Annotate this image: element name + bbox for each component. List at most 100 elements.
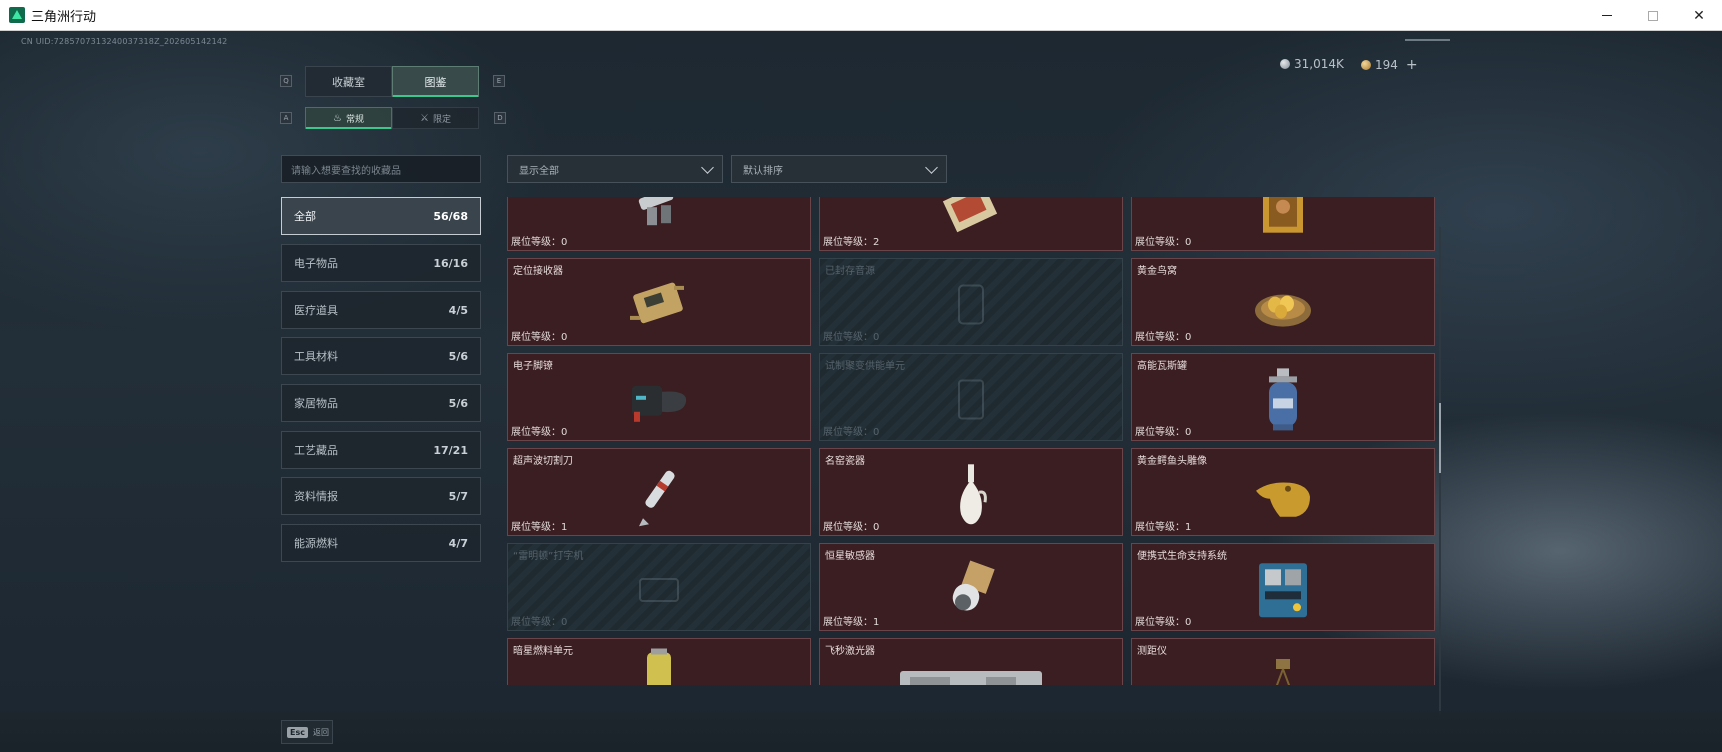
item-card[interactable]: 展位等级：2	[819, 197, 1123, 251]
chevron-down-icon	[925, 161, 938, 174]
item-level: 展位等级：0	[823, 427, 880, 438]
top-divider	[1405, 39, 1450, 41]
flame-icon: ♨	[333, 112, 342, 124]
item-card[interactable]: 黄金鳄鱼头雕像 展位等级：1	[1131, 448, 1435, 536]
category-count: 5/6	[448, 349, 468, 363]
item-grid: 展位等级：0 展位等级：2 展位等级：0 定位接收器 展位等级：0 已封存音源 …	[507, 197, 1436, 685]
item-name: “雷明顿”打字机	[513, 551, 584, 562]
item-card[interactable]: 暗星燃料单元	[507, 638, 811, 685]
item-name: 恒星敏感器	[825, 551, 875, 562]
back-button[interactable]: Esc 返回	[281, 720, 333, 744]
item-level: 展位等级：0	[823, 332, 880, 343]
subtab-regular[interactable]: ♨ 常规	[305, 107, 392, 129]
item-card[interactable]: 展位等级：0	[507, 197, 811, 251]
filter-show-dropdown[interactable]: 显示全部	[507, 155, 723, 183]
close-button[interactable]: ✕	[1676, 0, 1722, 31]
sort-dropdown[interactable]: 默认排序	[731, 155, 947, 183]
fuel-cell-icon	[647, 648, 671, 685]
gold-frame-icon	[1263, 197, 1303, 233]
item-card[interactable]: 超声波切割刀 展位等级：1	[507, 448, 811, 536]
category-all[interactable]: 全部 56/68	[281, 197, 481, 235]
category-label: 工具材料	[294, 350, 338, 363]
item-card-locked[interactable]: “雷明顿”打字机 展位等级：0	[507, 543, 811, 631]
item-card[interactable]: 电子脚镣 展位等级：0	[507, 353, 811, 441]
subtab-regular-label: 常规	[345, 114, 364, 125]
gold-currency: 194 +	[1361, 57, 1418, 73]
item-name: 超声波切割刀	[513, 456, 573, 467]
item-name: 黄金鳄鱼头雕像	[1137, 456, 1207, 467]
add-currency-button[interactable]: +	[1406, 57, 1418, 73]
search-input[interactable]: 请输入想要查找的收藏品	[281, 155, 481, 183]
item-card[interactable]: 展位等级：0	[1131, 197, 1435, 251]
tab-collection-room[interactable]: 收藏室	[305, 66, 392, 97]
category-tools[interactable]: 工具材料 5/6	[281, 337, 481, 375]
app-logo-icon	[9, 7, 25, 23]
category-label: 全部	[294, 210, 316, 223]
item-card[interactable]: 便携式生命支持系统 展位等级：0	[1131, 543, 1435, 631]
maximize-icon	[1648, 10, 1658, 21]
category-medical[interactable]: 医疗道具 4/5	[281, 291, 481, 329]
player-uid: CN UID:7285707313240037318Z_202605142142	[21, 37, 228, 46]
receiver-icon	[630, 282, 684, 324]
silver-coin-icon	[1280, 59, 1290, 69]
maximize-button[interactable]	[1630, 0, 1676, 31]
life-support-icon	[1259, 563, 1307, 618]
close-icon: ✕	[1693, 7, 1705, 24]
subtab-limited[interactable]: ⚔ 限定	[392, 107, 479, 129]
item-card[interactable]: 黄金鸟窝 展位等级：0	[1131, 258, 1435, 346]
tab-codex[interactable]: 图鉴	[392, 66, 479, 97]
category-count: 4/5	[448, 303, 468, 317]
typewriter-icon	[639, 578, 679, 602]
item-card[interactable]: 飞秒激光器	[819, 638, 1123, 685]
item-level: 展位等级：0	[823, 522, 880, 533]
key-hint-e: E	[493, 75, 505, 87]
category-label: 能源燃料	[294, 537, 338, 550]
item-name: 已封存音源	[825, 266, 875, 277]
esc-key-icon: Esc	[287, 726, 308, 738]
item-card-locked[interactable]: 试制聚变供能单元 展位等级：0	[819, 353, 1123, 441]
item-card[interactable]: 名窑瓷器 展位等级：0	[819, 448, 1123, 536]
item-level: 展位等级：1	[823, 617, 880, 628]
category-intel[interactable]: 资料情报 5/7	[281, 477, 481, 515]
category-crafts[interactable]: 工艺藏品 17/21	[281, 431, 481, 469]
item-level: 展位等级：0	[1135, 617, 1192, 628]
category-household[interactable]: 家居物品 5/6	[281, 384, 481, 422]
device-icon	[638, 197, 674, 226]
category-label: 家居物品	[294, 397, 338, 410]
item-name: 高能瓦斯罐	[1137, 361, 1187, 372]
item-level: 展位等级：0	[1135, 332, 1192, 343]
item-level: 展位等级：0	[511, 617, 568, 628]
item-level: 展位等级：1	[1135, 522, 1192, 533]
category-count: 17/21	[433, 443, 468, 457]
silver-currency: 31,014K	[1280, 57, 1344, 71]
fusion-unit-icon	[958, 379, 984, 420]
item-name: 黄金鸟窝	[1137, 266, 1177, 277]
category-count: 5/7	[448, 489, 468, 503]
category-electronics[interactable]: 电子物品 16/16	[281, 244, 481, 282]
item-card[interactable]: 高能瓦斯罐 展位等级：0	[1131, 353, 1435, 441]
category-count: 4/7	[448, 536, 468, 550]
filter-show-value: 显示全部	[519, 165, 559, 177]
key-hint-d: D	[494, 112, 506, 124]
item-card[interactable]: 定位接收器 展位等级：0	[507, 258, 811, 346]
porcelain-vase-icon	[960, 464, 987, 525]
minimize-button[interactable]	[1584, 0, 1630, 31]
item-name: 电子脚镣	[513, 361, 553, 372]
category-energy[interactable]: 能源燃料 4/7	[281, 524, 481, 562]
item-name: 暗星燃料单元	[513, 646, 573, 657]
item-level: 展位等级：2	[823, 237, 880, 248]
category-count: 5/6	[448, 396, 468, 410]
grid-scrollbar-thumb[interactable]	[1439, 403, 1441, 473]
item-name: 测距仪	[1137, 646, 1167, 657]
gold-amount: 194	[1375, 58, 1398, 72]
ankle-monitor-icon	[632, 385, 687, 422]
category-label: 电子物品	[294, 257, 338, 270]
item-card[interactable]: 测距仪	[1131, 638, 1435, 685]
key-hint-a: A	[280, 112, 292, 124]
ultrasonic-knife-icon	[639, 470, 675, 527]
item-card-locked[interactable]: 已封存音源 展位等级：0	[819, 258, 1123, 346]
item-name: 名窑瓷器	[825, 456, 865, 467]
item-card[interactable]: 恒星敏感器 展位等级：1	[819, 543, 1123, 631]
golden-nest-icon	[1255, 294, 1311, 327]
window-titlebar: 三角洲行动 ✕	[0, 0, 1722, 31]
